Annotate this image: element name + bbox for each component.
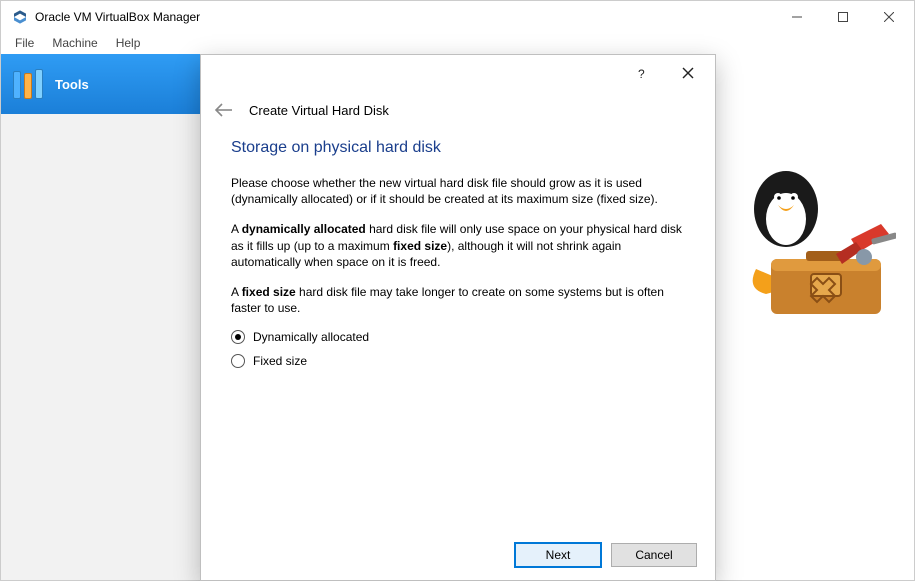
sidebar: Tools <box>1 54 206 580</box>
dialog-titlebar: ? <box>201 55 715 91</box>
radio-label: Fixed size <box>253 354 307 368</box>
close-icon[interactable] <box>667 58 709 88</box>
radio-icon <box>231 330 245 344</box>
tools-icon <box>13 69 43 99</box>
section-title: Storage on physical hard disk <box>231 139 685 157</box>
fixed-paragraph: A fixed size hard disk file may take lon… <box>231 284 685 316</box>
svg-text:?: ? <box>638 67 645 81</box>
sidebar-item-label: Tools <box>55 77 89 92</box>
menu-machine[interactable]: Machine <box>44 34 105 52</box>
next-button[interactable]: Next <box>515 543 601 567</box>
menubar: File Machine Help <box>1 32 914 54</box>
dialog-footer: Next Cancel <box>201 530 715 580</box>
radio-dynamically-allocated[interactable]: Dynamically allocated <box>231 330 685 344</box>
intro-paragraph: Please choose whether the new virtual ha… <box>231 175 685 207</box>
radio-label: Dynamically allocated <box>253 330 369 344</box>
help-icon[interactable]: ? <box>621 58 663 88</box>
app-icon <box>11 8 29 26</box>
allocation-radio-group: Dynamically allocated Fixed size <box>231 330 685 368</box>
dynamic-paragraph: A dynamically allocated hard disk file w… <box>231 221 685 270</box>
close-button[interactable] <box>866 2 912 32</box>
window-controls <box>774 2 912 32</box>
titlebar: Oracle VM VirtualBox Manager <box>1 1 914 32</box>
dialog-title: Create Virtual Hard Disk <box>249 103 389 118</box>
back-arrow-icon[interactable] <box>213 99 235 121</box>
dialog-body: Storage on physical hard disk Please cho… <box>201 139 715 368</box>
radio-fixed-size[interactable]: Fixed size <box>231 354 685 368</box>
content-area: Tools ? <box>1 54 914 580</box>
maximize-button[interactable] <box>820 2 866 32</box>
minimize-button[interactable] <box>774 2 820 32</box>
sidebar-item-tools[interactable]: Tools <box>1 54 206 114</box>
menu-help[interactable]: Help <box>108 34 149 52</box>
cancel-button[interactable]: Cancel <box>611 543 697 567</box>
dialog-header: Create Virtual Hard Disk <box>201 91 715 139</box>
window-title: Oracle VM VirtualBox Manager <box>35 10 200 24</box>
create-disk-dialog: ? Create Virtual Hard Disk Storage on ph… <box>200 54 716 581</box>
tux-toolbox-illustration <box>716 159 896 329</box>
menu-file[interactable]: File <box>7 34 42 52</box>
radio-icon <box>231 354 245 368</box>
